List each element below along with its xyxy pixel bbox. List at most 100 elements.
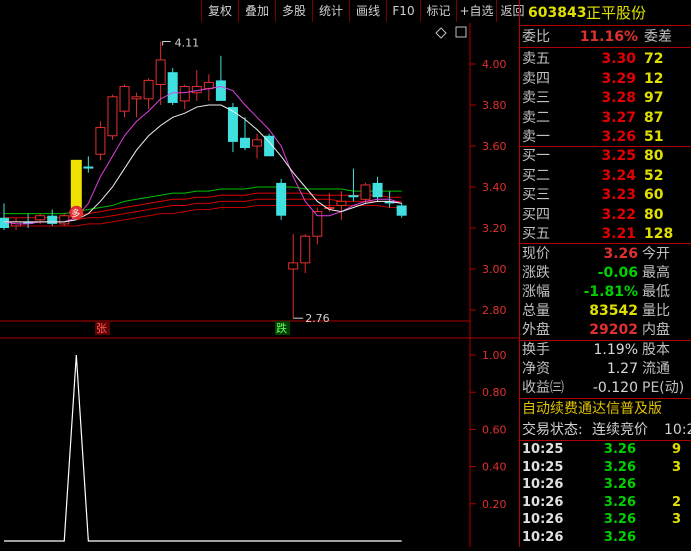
stat-label: 换手 bbox=[522, 342, 550, 358]
stat-label: 现价 bbox=[522, 246, 550, 262]
ask-row: 卖二 3.27 87 bbox=[522, 108, 691, 128]
high-price-label: 4.11 bbox=[175, 36, 200, 49]
ask-row: 卖三 3.28 97 bbox=[522, 88, 691, 108]
candle-body bbox=[240, 137, 250, 149]
stat-value: 1.27 bbox=[606, 361, 638, 377]
bid-row: 买一 3.25 80 bbox=[522, 146, 691, 166]
stat-value: 3.26 bbox=[603, 246, 638, 262]
ask-label: 卖二 bbox=[522, 109, 550, 126]
bid-price: 3.22 bbox=[601, 206, 636, 223]
panel-toggle-icon[interactable] bbox=[455, 26, 467, 38]
bid-label: 买三 bbox=[522, 187, 550, 203]
status-time: 10:2 bbox=[664, 422, 691, 438]
stat-value: 83542 bbox=[589, 303, 638, 319]
bid-label: 买二 bbox=[522, 167, 550, 184]
bid-price: 3.21 bbox=[601, 226, 636, 242]
kline-chart[interactable]: 4.00 3.80 3.60 3.40 3.20 3.00 2.80 4.11 2.76 多张 跌 1… bbox=[0, 0, 519, 547]
f10-button[interactable]: F10 bbox=[386, 0, 420, 22]
weicha-label: 委差 bbox=[644, 29, 672, 45]
candle-body bbox=[276, 182, 287, 216]
candle-body bbox=[83, 166, 94, 169]
candle-body bbox=[107, 96, 118, 137]
bid-label: 买五 bbox=[522, 226, 550, 242]
sub-tick-label: 0.40 bbox=[482, 461, 507, 474]
weibi-label: 委比 bbox=[522, 29, 550, 45]
price-tick-label: 2.80 bbox=[482, 304, 507, 317]
stat-row: 总量 83542 量比 bbox=[522, 301, 691, 321]
bid-label: 买一 bbox=[522, 148, 550, 164]
price-tick-label: 3.80 bbox=[482, 99, 507, 112]
bid-price: 3.25 bbox=[601, 148, 636, 164]
kline-chart-area[interactable]: 4.00 3.80 3.60 3.40 3.20 3.00 2.80 4.11 2.76 多张 跌 1… bbox=[0, 0, 519, 547]
add-favorite-button[interactable]: +自选 bbox=[456, 0, 496, 22]
stat-label: 涨幅 bbox=[522, 284, 550, 300]
stat-label: 外盘 bbox=[522, 322, 550, 338]
ask-label: 卖四 bbox=[522, 70, 550, 87]
mark-button[interactable]: 标记 bbox=[420, 0, 456, 22]
price-tick-label: 3.60 bbox=[482, 140, 507, 153]
candle-body bbox=[35, 215, 46, 221]
overlay-button[interactable]: 叠加 bbox=[238, 0, 275, 22]
quote-panel: 603843 正平股份 委比 11.16% 委差 卖五 3.30 72 卖四 3.29 1… bbox=[519, 0, 691, 547]
candle-body bbox=[252, 139, 263, 147]
divider bbox=[520, 47, 691, 48]
stat-value: -1.81% bbox=[583, 284, 638, 300]
stat-row: 涨跌 -0.06 最高 bbox=[522, 263, 691, 283]
candle-body bbox=[215, 80, 226, 101]
sub-tick-label: 0.60 bbox=[482, 423, 507, 436]
bid-price: 3.23 bbox=[601, 187, 636, 203]
high-pointer bbox=[162, 40, 171, 46]
chart-toolbar: 复权 叠加 多股 统计 画线 F10 标记 +自选 返回 bbox=[0, 0, 525, 23]
stat-label: 涨跌 bbox=[522, 265, 550, 281]
stat-label-2: 今开 bbox=[642, 246, 670, 262]
price-tick-label: 3.40 bbox=[482, 181, 507, 194]
divider bbox=[520, 25, 691, 26]
stat-label-2: 流通 bbox=[642, 361, 670, 377]
bid-row: 买四 3.22 80 bbox=[522, 205, 691, 225]
promo-text[interactable]: 自动续费通达信普及版 bbox=[522, 399, 662, 419]
stat-value: 1.19% bbox=[593, 342, 638, 358]
candle-body bbox=[179, 86, 190, 102]
stock-header: 603843 正平股份 bbox=[522, 3, 691, 25]
multi-stock-button[interactable]: 多股 bbox=[275, 0, 312, 22]
ask-price: 3.30 bbox=[601, 51, 636, 67]
stat-label-2: 内盘 bbox=[642, 322, 670, 338]
stock-name: 正平股份 bbox=[586, 4, 647, 22]
ask-row: 卖五 3.30 72 bbox=[522, 49, 691, 69]
bid-volume: 52 bbox=[644, 167, 664, 184]
price-tick-label: 3.00 bbox=[482, 263, 507, 276]
ask-label: 卖五 bbox=[522, 51, 550, 67]
tick-row: 10:26 3.26 bbox=[522, 528, 691, 548]
candle-body bbox=[143, 79, 154, 100]
down-badge: 跌 bbox=[276, 321, 287, 335]
stat-row: 换手 1.19% 股本 bbox=[522, 340, 691, 360]
bid-row: 买五 3.21 128 bbox=[522, 224, 691, 244]
bid-row: 买二 3.24 52 bbox=[522, 166, 691, 186]
stat-value: -0.06 bbox=[597, 265, 638, 281]
stat-label-2: 最低 bbox=[642, 284, 670, 300]
ask-volume: 72 bbox=[644, 51, 664, 67]
stat-row: 净资 1.27 流通 bbox=[522, 359, 691, 379]
bid-row: 买三 3.23 60 bbox=[522, 185, 691, 205]
status-label: 交易状态: bbox=[522, 422, 583, 438]
stat-label-2: 股本 bbox=[642, 342, 670, 358]
price-tick-label: 4.00 bbox=[482, 58, 507, 71]
draw-line-button[interactable]: 画线 bbox=[349, 0, 386, 22]
candle-body bbox=[360, 184, 371, 200]
settings-diamond-icon[interactable] bbox=[435, 27, 447, 39]
candle-body bbox=[288, 262, 299, 270]
restore-rights-button[interactable]: 复权 bbox=[201, 0, 238, 22]
candle-body bbox=[227, 107, 238, 142]
candle-body bbox=[396, 205, 407, 216]
statistics-button[interactable]: 统计 bbox=[312, 0, 349, 22]
bid-volume: 60 bbox=[644, 187, 664, 203]
weibi-row: 委比 11.16% 委差 bbox=[522, 27, 691, 47]
promo-link[interactable]: 自动续费通达信普及版 bbox=[522, 399, 691, 419]
candle-body bbox=[336, 200, 347, 206]
stat-row: 外盘 29202 内盘 bbox=[522, 320, 691, 340]
stat-label: 总量 bbox=[522, 303, 550, 319]
bid-volume: 128 bbox=[644, 226, 674, 242]
trade-status: 交易状态: 连续竞价 10:2 bbox=[522, 420, 691, 440]
ask-label: 卖一 bbox=[522, 129, 550, 145]
bid-volume: 80 bbox=[644, 148, 664, 164]
